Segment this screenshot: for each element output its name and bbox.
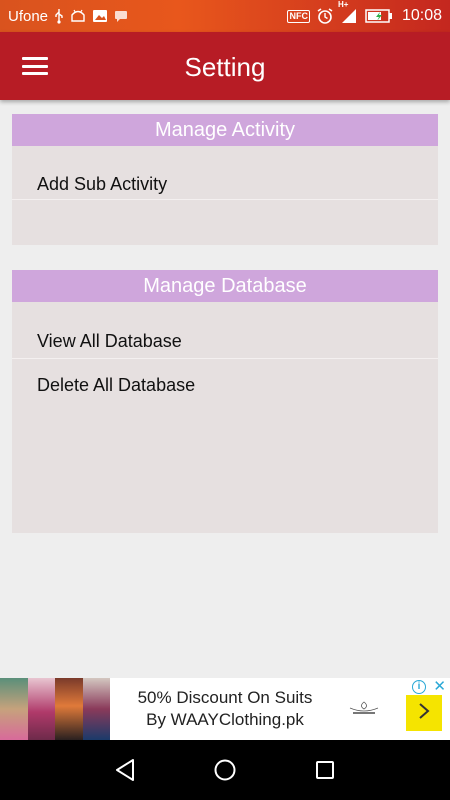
alarm-icon xyxy=(317,8,333,24)
carrier-name: Ufone xyxy=(8,7,49,25)
ad-banner[interactable]: 50% Discount On Suits By WAAYClothing.pk… xyxy=(0,678,450,740)
manage-database-card: Manage Database View All Database Delete… xyxy=(12,270,438,533)
message-icon xyxy=(114,10,128,22)
section-header-manage-activity: Manage Activity xyxy=(12,114,438,146)
ad-product-images[interactable] xyxy=(0,678,110,740)
status-right: NFC H+ 10:08 xyxy=(287,0,442,25)
ad-headline: 50% Discount On Suits xyxy=(137,688,313,707)
info-icon[interactable]: i xyxy=(412,680,426,694)
ad-image xyxy=(55,678,83,740)
clock: 10:08 xyxy=(401,7,442,24)
section-header-manage-database: Manage Database xyxy=(12,270,438,302)
signal-icon: H+ xyxy=(338,0,358,24)
status-bar: Ufone NFC H+ 10:08 xyxy=(0,0,450,32)
chevron-right-icon xyxy=(416,701,432,726)
back-icon[interactable] xyxy=(110,755,140,785)
ad-image xyxy=(27,678,55,740)
delete-all-database-item[interactable]: Delete All Database xyxy=(12,359,438,411)
ad-image xyxy=(0,678,28,740)
ad-image xyxy=(82,678,110,740)
recents-icon[interactable] xyxy=(310,755,340,785)
ad-open-button[interactable] xyxy=(406,695,442,731)
view-all-database-item[interactable]: View All Database xyxy=(12,302,438,359)
manage-activity-card: Manage Activity Add Sub Activity xyxy=(12,114,438,245)
home-icon[interactable] xyxy=(210,755,240,785)
nfc-icon: NFC xyxy=(287,9,310,23)
system-nav-bar xyxy=(0,740,450,800)
add-sub-activity-item[interactable]: Add Sub Activity xyxy=(12,146,438,200)
battery-charging-icon xyxy=(365,9,393,23)
ad-brand-logo xyxy=(344,698,384,720)
ad-subline: By WAAYClothing.pk xyxy=(146,710,304,729)
image-notification-icon xyxy=(92,9,108,23)
status-left: Ufone xyxy=(8,8,128,25)
app-bar: Setting xyxy=(0,32,450,100)
page-title: Setting xyxy=(184,52,266,82)
close-icon[interactable]: ✕ xyxy=(433,679,446,695)
usb-icon xyxy=(54,8,64,24)
network-type-label: H+ xyxy=(337,0,349,9)
ad-text[interactable]: 50% Discount On Suits By WAAYClothing.pk xyxy=(110,687,340,731)
android-debug-icon xyxy=(70,9,86,23)
